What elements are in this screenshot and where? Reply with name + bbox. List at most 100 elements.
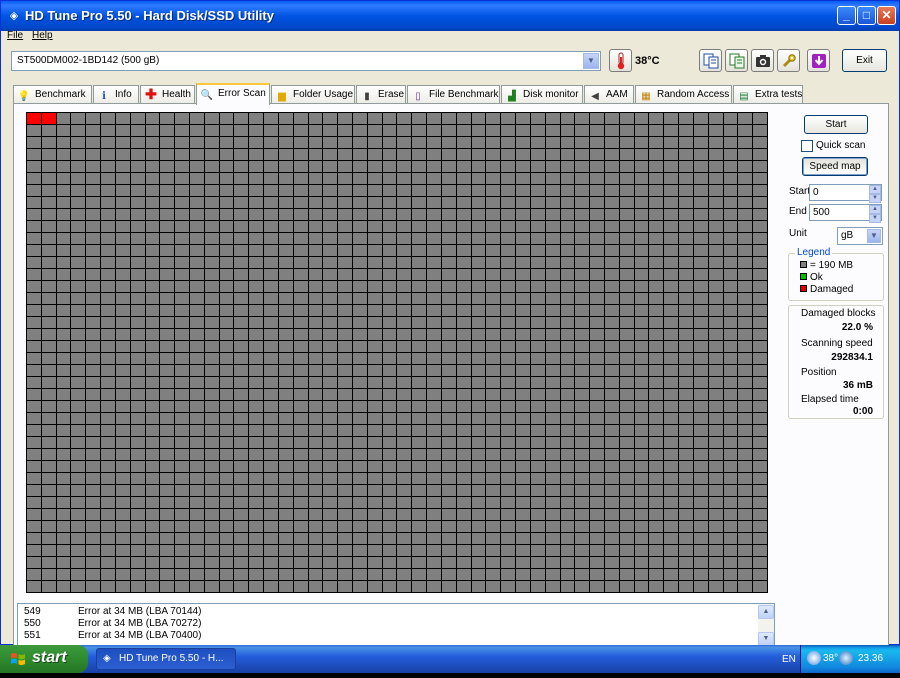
tab-file-benchmark[interactable]: ▯ File Benchmark [407, 85, 500, 104]
scan-block [353, 305, 367, 316]
scan-block [693, 341, 708, 352]
copy-all-button[interactable] [725, 49, 748, 72]
scan-block [738, 305, 753, 316]
scan-block [575, 533, 590, 544]
scan-block [397, 401, 412, 412]
spin-up-icon[interactable]: ▲ [869, 205, 881, 214]
scan-block [367, 413, 382, 424]
scan-block [86, 113, 101, 124]
close-button[interactable]: ✕ [877, 6, 896, 25]
quick-scan-checkbox[interactable] [801, 140, 813, 152]
error-log-list[interactable]: 549 Error at 34 MB (LBA 70144) 550 Error a… [17, 603, 775, 646]
start-scan-button[interactable]: Start [804, 115, 868, 134]
scan-block [501, 557, 516, 568]
scan-block [738, 437, 753, 448]
scan-block [486, 329, 501, 340]
scan-block [590, 269, 604, 280]
scan-block [175, 377, 190, 388]
menu-file[interactable]: File [7, 30, 23, 41]
exit-button[interactable]: Exit [842, 49, 887, 72]
scan-block [575, 521, 590, 532]
save-button[interactable] [807, 49, 830, 72]
temperature-button[interactable] [609, 49, 632, 72]
scroll-up-icon[interactable]: ▲ [758, 605, 774, 619]
tab-info[interactable]: i Info [93, 85, 139, 104]
scan-block [753, 497, 767, 508]
drive-select[interactable]: ST500DM002-1BD142 (500 gB) ▼ [11, 51, 601, 71]
scan-block [204, 581, 219, 592]
language-indicator[interactable]: EN [782, 654, 796, 665]
unit-select[interactable]: gB ▼ [837, 227, 883, 245]
scan-block [27, 245, 41, 256]
scan-block [649, 473, 664, 484]
taskbar-item-hdtune[interactable]: ◈ HD Tune Pro 5.50 - H... [96, 648, 236, 670]
tab-extra-tests[interactable]: ▤ Extra tests [733, 85, 803, 104]
scan-block [130, 209, 145, 220]
network-tray-icon[interactable] [839, 651, 853, 665]
scan-block [338, 509, 353, 520]
scan-block [738, 461, 753, 472]
spin-down-icon[interactable]: ▼ [869, 194, 881, 203]
scan-block [338, 545, 353, 556]
scan-block [71, 329, 86, 340]
minimize-button[interactable]: _ [837, 6, 856, 25]
chevron-down-icon[interactable]: ▼ [867, 229, 881, 243]
scan-block [545, 281, 560, 292]
menu-help[interactable]: Help [32, 30, 53, 41]
end-spinner[interactable]: ▲ ▼ [869, 205, 881, 223]
clock[interactable]: 23.36 [858, 653, 883, 664]
scan-block [41, 557, 56, 568]
tab-aam[interactable]: ◀ AAM [584, 85, 634, 104]
copy-info-button[interactable] [699, 49, 722, 72]
spin-down-icon[interactable]: ▼ [869, 214, 881, 223]
scan-block [190, 413, 204, 424]
options-button[interactable] [777, 49, 800, 72]
log-scrollbar[interactable]: ▲ ▼ [758, 604, 774, 645]
scan-block [649, 209, 664, 220]
start-spinner[interactable]: ▲ ▼ [869, 185, 881, 203]
tab-health[interactable]: ✚ Health [140, 85, 195, 104]
spin-up-icon[interactable]: ▲ [869, 185, 881, 194]
legend-box: Legend = 190 MB Ok Damaged [788, 247, 884, 301]
scan-block [175, 545, 190, 556]
scan-block [204, 173, 219, 184]
tab-random-access[interactable]: ▦ Random Access [635, 85, 732, 104]
tab-benchmark[interactable]: 💡 Benchmark [13, 85, 92, 104]
start-button[interactable]: start [0, 645, 88, 673]
scan-block [501, 221, 516, 232]
log-row[interactable]: 551 Error at 34 MB (LBA 70400) [24, 630, 201, 641]
speed-map-button[interactable]: Speed map [802, 157, 868, 176]
scan-block [264, 221, 278, 232]
start-position-field[interactable]: 0 ▲ ▼ [809, 184, 882, 203]
log-row[interactable]: 550 Error at 34 MB (LBA 70272) [24, 618, 201, 629]
scan-block [293, 233, 308, 244]
chevron-down-icon[interactable]: ▼ [583, 53, 599, 69]
end-position-field[interactable]: 500 ▲ ▼ [809, 204, 882, 223]
screenshot-button[interactable] [751, 49, 774, 72]
scroll-down-icon[interactable]: ▼ [758, 632, 774, 645]
scan-block [204, 329, 219, 340]
scan-block [115, 461, 130, 472]
scan-block [753, 461, 767, 472]
title-bar[interactable]: ◈ HD Tune Pro 5.50 - Hard Disk/SSD Utili… [1, 1, 899, 31]
scan-block [71, 521, 86, 532]
scan-block [634, 185, 649, 196]
tab-folder-usage[interactable]: ▆ Folder Usage [271, 85, 355, 104]
scan-block [249, 497, 264, 508]
scan-block [338, 557, 353, 568]
scan-block [190, 329, 204, 340]
scan-block [219, 257, 234, 268]
scan-block [145, 317, 160, 328]
maximize-button[interactable]: □ [857, 6, 876, 25]
scan-block [619, 557, 634, 568]
scan-block [293, 425, 308, 436]
scan-block [604, 173, 619, 184]
tab-disk-monitor[interactable]: ▟ Disk monitor [501, 85, 583, 104]
scan-block [249, 257, 264, 268]
tab-error-scan[interactable]: 🔍 Error Scan [196, 83, 270, 105]
scan-block [708, 581, 723, 592]
tab-erase[interactable]: ▮ Erase [356, 85, 406, 104]
start-position-value: 0 [813, 187, 819, 198]
log-row[interactable]: 549 Error at 34 MB (LBA 70144) [24, 606, 201, 617]
hdtune-tray-icon[interactable] [807, 651, 821, 665]
